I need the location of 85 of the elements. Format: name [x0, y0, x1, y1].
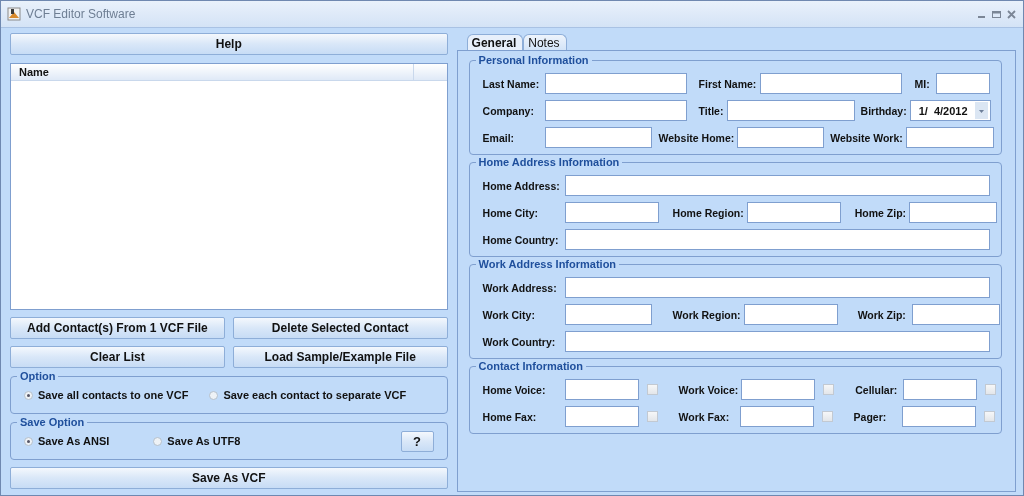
help-button[interactable]: ? — [400, 430, 434, 452]
field-label: Title: — [698, 104, 725, 117]
field-label: Home Voice: — [482, 383, 547, 396]
input-field[interactable] — [743, 304, 838, 325]
group-title: Save Option — [17, 415, 88, 429]
field-label: Work Country: — [482, 335, 557, 348]
input-field[interactable] — [905, 127, 994, 148]
radio-option[interactable]: Save As ANSI — [24, 435, 110, 447]
field-label: Last Name: — [482, 77, 541, 90]
input-field[interactable] — [903, 379, 978, 400]
radio-button[interactable] — [24, 390, 33, 400]
field-label: MI: — [914, 77, 931, 90]
checkbox[interactable] — [985, 384, 997, 395]
field-label: First Name: — [698, 77, 758, 90]
checkbox[interactable] — [646, 384, 658, 395]
window-title: VCF Editor Software — [26, 7, 136, 21]
field-label: Work Zip: — [857, 308, 907, 321]
input-field[interactable] — [737, 127, 825, 148]
checkbox[interactable] — [823, 384, 835, 395]
load-sample-button[interactable]: Load Sample/Example File — [232, 346, 448, 368]
radio-option[interactable]: Save all contacts to one VCF — [24, 389, 189, 401]
contacts-list[interactable]: Name — [10, 63, 448, 310]
radio-button[interactable] — [24, 436, 33, 446]
input-field[interactable] — [909, 202, 998, 223]
input-field[interactable] — [901, 406, 976, 427]
group-title: Home Address Information — [475, 155, 623, 169]
radio-option[interactable]: Save As UTF8 — [153, 435, 241, 447]
field-label: Home Address: — [482, 179, 561, 192]
field-label: Website Home: — [658, 131, 736, 144]
radio-option[interactable]: Save each contact to separate VCF — [209, 389, 407, 401]
input-field[interactable] — [564, 406, 639, 427]
input-field[interactable] — [564, 229, 990, 250]
field-label: Company: — [482, 104, 535, 117]
input-field[interactable] — [741, 379, 816, 400]
input-field[interactable] — [739, 406, 814, 427]
field-label: Home Region: — [672, 206, 745, 219]
checkbox[interactable] — [983, 411, 995, 422]
field-label: Cellular: — [855, 383, 899, 396]
checkbox[interactable] — [646, 411, 658, 422]
radio-button[interactable] — [209, 390, 219, 400]
field-label: Work Region: — [672, 308, 742, 321]
app-icon — [6, 6, 22, 22]
field-label: Home Country: — [482, 233, 560, 246]
field-label: Pager: — [853, 410, 888, 423]
field-label: Work Fax: — [678, 410, 731, 423]
group-title: Personal Information — [475, 53, 592, 67]
group-title: Work Address Information — [475, 257, 620, 271]
input-field[interactable] — [564, 379, 639, 400]
field-label: Home City: — [482, 206, 539, 219]
field-label: Home Zip: — [854, 206, 908, 219]
clear-list-button[interactable]: Clear List — [10, 346, 225, 368]
group-title: Contact Information — [475, 359, 587, 373]
input-field[interactable] — [544, 73, 687, 94]
input-field[interactable] — [759, 73, 902, 94]
field-label: Birthday: — [860, 104, 908, 117]
add-contacts-button[interactable]: Add Contact(s) From 1 VCF File — [10, 317, 225, 339]
date-picker[interactable]: 1/ 4/2012 — [909, 100, 991, 121]
input-field[interactable] — [564, 277, 990, 298]
input-field[interactable] — [564, 304, 652, 325]
help-button[interactable]: Help — [10, 33, 448, 55]
field-label: Home Fax: — [482, 410, 538, 423]
maximize-icon[interactable] — [991, 8, 1002, 20]
dropdown-icon[interactable] — [974, 102, 988, 119]
save-button[interactable]: Save As VCF — [10, 467, 448, 489]
field-label: Work Voice: — [678, 383, 740, 396]
field-label: Work Address: — [482, 281, 558, 294]
radio-button[interactable] — [153, 436, 163, 446]
group-title: Option — [17, 369, 59, 383]
input-field[interactable] — [564, 202, 659, 223]
input-field[interactable] — [726, 100, 855, 121]
field-label: Website Work: — [830, 131, 904, 144]
tab[interactable]: General — [466, 34, 524, 50]
input-field[interactable] — [911, 304, 1000, 325]
input-field[interactable] — [564, 175, 990, 196]
input-field[interactable] — [544, 100, 687, 121]
field-label: Email: — [482, 131, 516, 144]
close-icon[interactable] — [1006, 8, 1017, 20]
field-label: Work City: — [482, 308, 536, 321]
input-field[interactable] — [746, 202, 841, 223]
checkbox[interactable] — [821, 411, 833, 422]
tab[interactable]: Notes — [523, 34, 567, 50]
delete-contact-button[interactable]: Delete Selected Contact — [232, 317, 448, 339]
input-field[interactable] — [935, 73, 990, 94]
input-field[interactable] — [544, 127, 652, 148]
input-field[interactable] — [564, 331, 990, 352]
